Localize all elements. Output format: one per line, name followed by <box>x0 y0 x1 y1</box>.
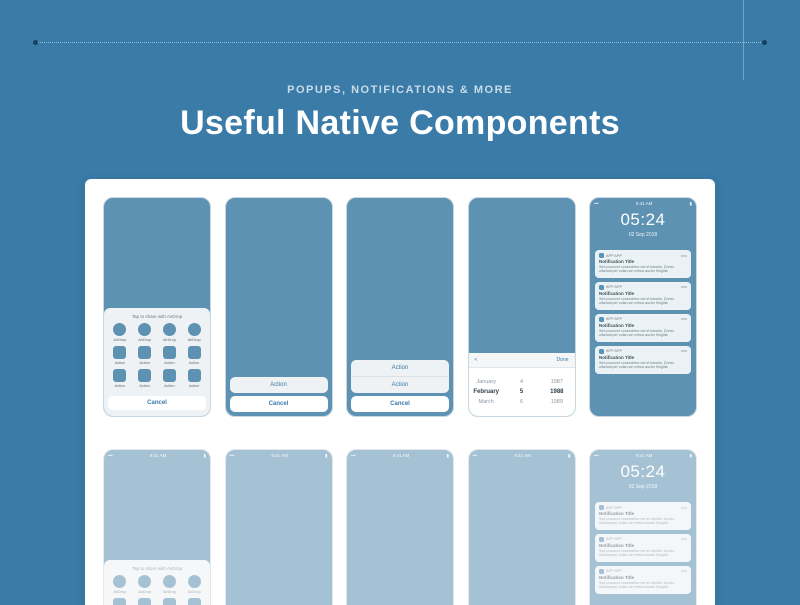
notification-title: Notification Title <box>599 259 687 264</box>
share-target[interactable]: AirDrop <box>183 323 205 342</box>
notification-title: Notification Title <box>599 291 687 296</box>
action-item[interactable]: Action <box>230 377 328 393</box>
showcase-row-faded: •••9:41 AM▮ Tap to share with AirDrop Ai… <box>103 449 697 605</box>
mockup-lockscreen: •••9:41 AM▮ 05:2402 Sep 2018 APP APPnow … <box>589 449 697 605</box>
airdrop-icon <box>188 323 201 336</box>
notification-card[interactable]: APP APPnow Notification Title Sed possum… <box>595 502 691 530</box>
share-action[interactable]: Action <box>159 369 181 388</box>
share-action[interactable]: Action <box>159 598 181 605</box>
share-target[interactable]: AirDrop <box>109 575 131 594</box>
action-icon <box>163 346 176 359</box>
share-target[interactable]: AirDrop <box>134 575 156 594</box>
status-bar: •••9:41 AM▮ <box>108 453 206 459</box>
lockscreen-time: 05:24 <box>590 210 696 230</box>
notification-card[interactable]: APP APPnow Notification Title Sed possum… <box>595 282 691 310</box>
share-sheet: Tap to share with AirDrop AirDrop AirDro… <box>104 308 210 416</box>
notification-app-icon <box>599 349 604 354</box>
picker-col-day: 4 5 6 <box>504 379 539 405</box>
decorative-dotted-line <box>35 42 765 43</box>
eyebrow-text: POPUPS, NOTIFICATIONS & MORE <box>0 84 800 96</box>
share-target[interactable]: AirDrop <box>159 323 181 342</box>
decorative-dot <box>762 40 767 45</box>
battery-icon: ▮ <box>690 201 692 207</box>
notification-app-icon <box>599 253 604 258</box>
action-icon <box>138 346 151 359</box>
action-sheet: Action Action Cancel <box>351 360 449 412</box>
notification-body: Sed possumt consectetur est et lobortis.… <box>599 297 687 306</box>
action-icon <box>113 369 126 382</box>
showcase-row: Tap to share with AirDrop AirDrop AirDro… <box>103 197 697 417</box>
decorative-dot <box>33 40 38 45</box>
share-action[interactable]: Action <box>159 346 181 365</box>
share-action[interactable]: Action <box>183 346 205 365</box>
notification-body: Sed possumt consectetur est et lobortis.… <box>599 361 687 370</box>
share-target[interactable]: AirDrop <box>159 575 181 594</box>
action-icon <box>188 346 201 359</box>
mockup-date-picker: •••9:41 AM▮ <box>468 449 576 605</box>
share-target[interactable]: AirDrop <box>183 575 205 594</box>
share-action[interactable]: Action <box>183 598 205 605</box>
share-target[interactable]: AirDrop <box>134 323 156 342</box>
notification-card[interactable]: APP APPnow Notification Title Sed possum… <box>595 534 691 562</box>
status-bar: ••• 9:41 AM ▮ <box>594 201 692 207</box>
share-action[interactable]: Action <box>134 346 156 365</box>
mockup-share-sheet: •••9:41 AM▮ Tap to share with AirDrop Ai… <box>103 449 211 605</box>
section-header: POPUPS, NOTIFICATIONS & MORE Useful Nati… <box>0 84 800 143</box>
share-action[interactable]: Action <box>134 598 156 605</box>
share-action[interactable]: Action <box>109 369 131 388</box>
share-action[interactable]: Action <box>134 369 156 388</box>
mockup-action-sheet-1: Action Cancel <box>225 197 333 417</box>
notification-app-icon <box>599 317 604 322</box>
mockup-action-sheet-2: Action Action Cancel <box>346 197 454 417</box>
cancel-button[interactable]: Cancel <box>230 396 328 412</box>
picker-col-month: January February March <box>469 379 504 405</box>
cancel-button[interactable]: Cancel <box>351 396 449 412</box>
airdrop-icon <box>113 323 126 336</box>
showcase-panel: Tap to share with AirDrop AirDrop AirDro… <box>85 179 715 605</box>
mockup-action-sheet-1: •••9:41 AM▮ <box>225 449 333 605</box>
mockup-lockscreen: ••• 9:41 AM ▮ 05:24 02 Sep 2018 APP APPn… <box>589 197 697 417</box>
mockup-share-sheet: Tap to share with AirDrop AirDrop AirDro… <box>103 197 211 417</box>
notification-title: Notification Title <box>599 355 687 360</box>
notification-app-icon <box>599 285 604 290</box>
page-title: Useful Native Components <box>0 104 800 143</box>
picker-prev-button[interactable]: < <box>475 357 478 363</box>
share-target[interactable]: AirDrop <box>109 323 131 342</box>
action-icon <box>113 346 126 359</box>
action-item[interactable]: Action <box>351 360 449 376</box>
picker-wheels[interactable]: January February March 4 5 6 1987 1988 <box>469 368 575 416</box>
picker-col-year: 1987 1988 1989 <box>539 379 574 405</box>
statusbar-time: 9:41 AM <box>636 201 653 207</box>
notification-stack: APP APPnow Notification Title Sed possum… <box>595 250 691 374</box>
airdrop-icon <box>163 323 176 336</box>
notification-card[interactable]: APP APPnow Notification Title Sed possum… <box>595 314 691 342</box>
lockscreen-date: 02 Sep 2018 <box>590 232 696 238</box>
action-icon <box>188 369 201 382</box>
action-icon <box>138 369 151 382</box>
notification-body: Sed possumt consectetur est et lobortis.… <box>599 265 687 274</box>
lockscreen-clock: 05:24 02 Sep 2018 <box>590 210 696 238</box>
mockup-action-sheet-2: •••9:41 AM▮ <box>346 449 454 605</box>
picker-panel: < Done January February March 4 5 6 <box>469 353 575 416</box>
share-action[interactable]: Action <box>183 369 205 388</box>
action-sheet: Action Cancel <box>230 377 328 412</box>
picker-done-button[interactable]: Done <box>557 357 569 363</box>
notification-title: Notification Title <box>599 323 687 328</box>
notification-card[interactable]: APP APPnow Notification Title Sed possum… <box>595 346 691 374</box>
notification-body: Sed possumt consectetur est et lobortis.… <box>599 329 687 338</box>
cancel-button[interactable]: Cancel <box>108 396 206 410</box>
decorative-vertical-line <box>743 0 744 80</box>
share-action[interactable]: Action <box>109 346 131 365</box>
mockup-date-picker: < Done January February March 4 5 6 <box>468 197 576 417</box>
share-sheet-title: Tap to share with AirDrop <box>108 312 206 323</box>
signal-icon: ••• <box>594 201 599 207</box>
share-action[interactable]: Action <box>109 598 131 605</box>
notification-card[interactable]: APP APPnow Notification Title Sed possum… <box>595 250 691 278</box>
action-icon <box>163 369 176 382</box>
airdrop-icon <box>138 323 151 336</box>
share-sheet-title: Tap to share with AirDrop <box>108 564 206 575</box>
notification-card[interactable]: APP APPnow Notification Title Sed possum… <box>595 566 691 594</box>
action-item[interactable]: Action <box>351 376 449 393</box>
